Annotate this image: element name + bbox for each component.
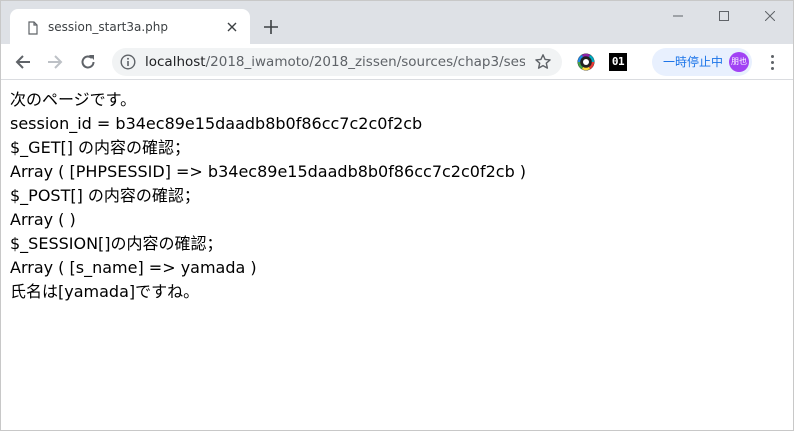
tab-strip: session_start3a.php [1,1,793,44]
dot [770,54,774,58]
reload-icon [81,55,95,69]
text-line: 次のページです。 [10,90,137,109]
toolbar: localhost/2018_iwamoto/2018_zissen/sourc… [1,44,793,80]
dot [770,66,774,70]
text-line: $_SESSION[]の内容の確認； [10,234,223,253]
reload-button[interactable] [76,50,100,74]
close-icon[interactable] [224,19,240,35]
text-line: Array ( [PHPSESSID] => b34ec89e15daadb8b… [10,162,527,181]
page-content: 次のページです。 session_id = b34ec89e15daadb8b0… [10,88,780,304]
text-line: Array ( ) [10,210,76,229]
arrow-left-icon [15,55,30,69]
extension-01-icon[interactable]: 01 [609,53,627,71]
profile-paused-chip[interactable]: 一時停止中 朋也 [652,48,752,76]
close-window-icon [765,11,775,21]
text-line: Array ( [s_name] => yamada ) [10,258,257,277]
tab-title: session_start3a.php [48,20,169,34]
back-button[interactable] [11,50,35,74]
plus-icon [264,20,278,34]
paused-label: 一時停止中 [663,55,724,69]
info-icon[interactable] [120,54,136,70]
browser-window: session_start3a.php localhost/2018_iwamo… [0,0,794,431]
url-host: localhost [145,54,206,70]
text-line: $_GET[] の内容の確認； [10,138,191,157]
url-text[interactable]: localhost/2018_iwamoto/2018_zissen/sourc… [145,54,525,70]
forward-button[interactable] [43,50,67,74]
arrow-right-icon [48,55,63,69]
text-line: $_POST[] の内容の確認； [10,186,200,205]
text-line: session_id = b34ec89e15daadb8b0f86cc7c2c… [10,114,423,133]
dot [770,60,774,64]
new-tab-button[interactable] [260,16,282,38]
maximize-button[interactable] [701,1,747,31]
more-menu-button[interactable] [763,53,781,71]
minimize-icon [673,15,683,17]
maximize-icon [719,11,729,21]
color-picker-extension-icon[interactable] [577,53,595,71]
avatar: 朋也 [729,52,749,72]
star-icon[interactable] [534,53,552,71]
text-line: 氏名は[yamada]ですね。 [10,282,200,301]
tab-active[interactable]: session_start3a.php [10,9,250,44]
minimize-button[interactable] [655,1,701,31]
document-icon [26,20,40,35]
window-close-button[interactable] [747,1,793,31]
url-path: /2018_iwamoto/2018_zissen/sources/chap3/… [205,54,525,70]
address-bar[interactable]: localhost/2018_iwamoto/2018_zissen/sourc… [112,48,562,76]
